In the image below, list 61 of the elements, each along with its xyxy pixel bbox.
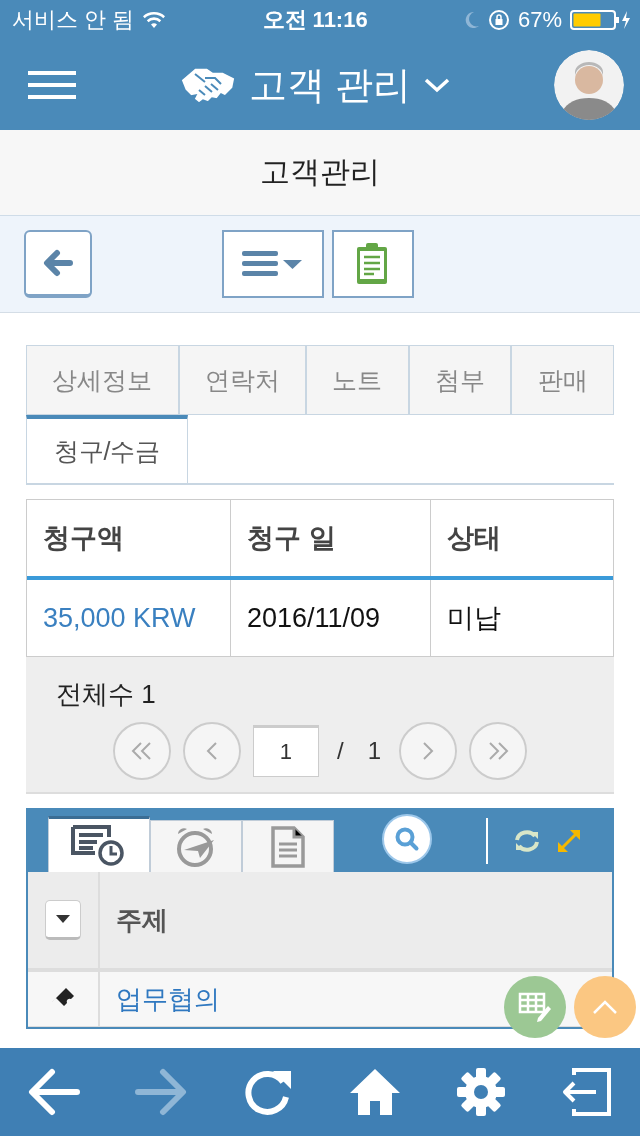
chevron-up-icon — [592, 999, 618, 1015]
chevron-down-icon — [423, 76, 452, 94]
back-button[interactable] — [24, 230, 92, 298]
total-count: 전체수 1 — [56, 678, 157, 711]
tab[interactable]: 연락처 — [178, 345, 307, 415]
list-menu-button[interactable] — [222, 230, 324, 298]
list-clock-icon — [71, 824, 127, 867]
page-input[interactable]: 1 — [253, 725, 319, 777]
page-separator: / — [336, 737, 345, 765]
wifi-icon — [142, 11, 167, 29]
forward-nav-button[interactable] — [135, 1068, 188, 1116]
first-page-button[interactable] — [113, 722, 171, 780]
search-button[interactable] — [382, 814, 432, 864]
back-nav-button[interactable] — [27, 1068, 80, 1116]
battery-percent: 67% — [517, 7, 562, 33]
column-header: 청구액 — [27, 500, 231, 576]
arrow-left-icon — [27, 1068, 80, 1116]
column-header: 주제 — [115, 903, 169, 937]
arrow-left-icon — [43, 248, 73, 278]
expand-arrows-icon — [556, 828, 582, 854]
clock-text: 오전 11:16 — [262, 6, 368, 34]
home-button[interactable] — [348, 1067, 401, 1117]
battery-icon — [570, 9, 632, 31]
refresh-icon — [514, 829, 540, 853]
avatar[interactable] — [554, 50, 624, 120]
logout-icon — [562, 1067, 613, 1117]
double-chevron-left-icon — [131, 741, 153, 761]
tab[interactable]: 노트 — [306, 345, 409, 415]
moon-icon — [463, 11, 480, 29]
table-pencil-icon — [518, 992, 552, 1022]
page-count: 1 — [366, 737, 382, 765]
tab[interactable]: 첨부 — [408, 345, 512, 415]
menu-icon — [28, 69, 76, 101]
carrier-text: 서비스 안 됨 — [12, 6, 135, 34]
table-cell[interactable]: 35,000 KRW — [27, 580, 231, 656]
settings-button[interactable] — [456, 1067, 507, 1117]
table-cell: 2016/11/09 — [231, 580, 431, 656]
rotation-lock-icon — [487, 9, 510, 31]
dropdown-button[interactable] — [45, 900, 81, 940]
last-page-button[interactable] — [469, 722, 527, 780]
page-title: 고객관리 — [260, 154, 380, 190]
clipboard-button[interactable] — [332, 230, 414, 298]
menu-button[interactable] — [28, 69, 76, 101]
subject-link[interactable]: 업무협의 — [116, 981, 220, 1017]
chevron-left-icon — [206, 741, 218, 761]
caret-down-icon — [56, 915, 70, 923]
search-icon — [394, 826, 420, 852]
home-icon — [348, 1067, 401, 1117]
logout-button[interactable] — [562, 1067, 613, 1117]
table-cell-text: 미납 — [446, 602, 502, 635]
column-header: 상태 — [446, 522, 502, 555]
tab[interactable]: 청구/수금 — [26, 415, 188, 483]
settings-icon — [456, 1067, 507, 1117]
tab[interactable]: 상세정보 — [26, 345, 179, 415]
double-chevron-right-icon — [487, 741, 509, 761]
panel-tab[interactable] — [48, 816, 150, 872]
tab[interactable]: 판매 — [511, 345, 614, 415]
arrow-right-icon — [135, 1068, 188, 1116]
column-header: 청구 일 — [231, 500, 431, 576]
document-icon — [271, 825, 305, 868]
chevron-right-icon — [422, 741, 434, 761]
